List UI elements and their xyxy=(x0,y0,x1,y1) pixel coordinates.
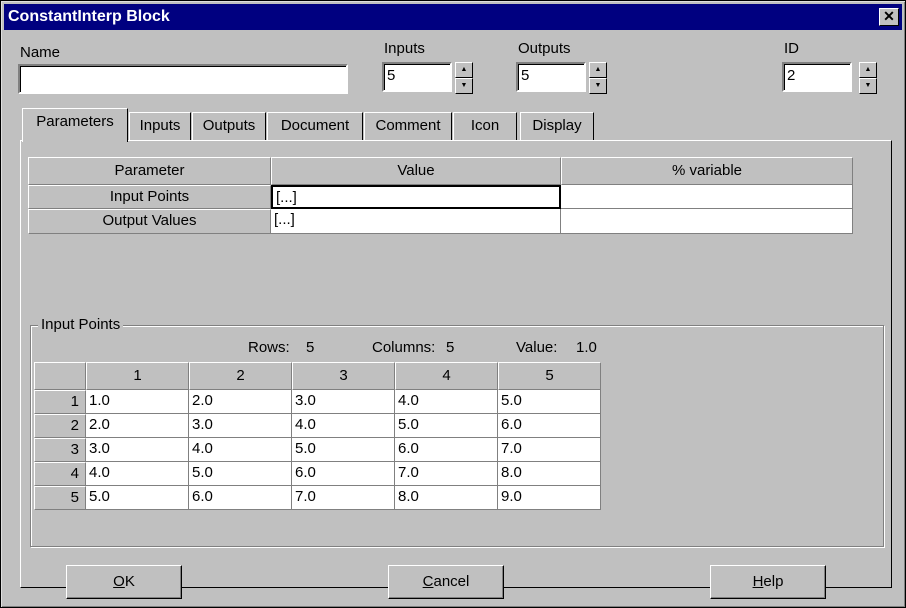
grid-cell[interactable]: 7.0 xyxy=(498,438,601,462)
outputs-field[interactable]: 5 xyxy=(516,62,586,92)
close-icon: ✕ xyxy=(883,8,895,24)
tab-document[interactable]: Document xyxy=(267,112,363,140)
grid-cell[interactable]: 9.0 xyxy=(498,486,601,510)
row-header-output-values[interactable]: Output Values xyxy=(28,209,271,234)
grid-cell[interactable]: 6.0 xyxy=(498,414,601,438)
tab-parameters[interactable]: Parameters xyxy=(22,108,128,142)
grid-cell[interactable]: 4.0 xyxy=(292,414,395,438)
grid-column-header[interactable]: 4 xyxy=(395,362,498,390)
output-values-value-cell[interactable]: [...] xyxy=(271,209,561,234)
name-label: Name xyxy=(20,44,61,61)
cancel-button[interactable]: Cancel xyxy=(388,565,504,599)
title-bar: ConstantInterp Block ✕ xyxy=(4,4,902,30)
help-button[interactable]: Help xyxy=(710,565,826,599)
rows-label: Rows: xyxy=(248,339,290,356)
stepper-up-icon[interactable]: ▲ xyxy=(455,62,473,78)
grid-cell[interactable]: 4.0 xyxy=(86,462,189,486)
grid-cell[interactable]: 4.0 xyxy=(189,438,292,462)
grid-cell[interactable]: 6.0 xyxy=(292,462,395,486)
grid-cell[interactable]: 7.0 xyxy=(395,462,498,486)
close-button[interactable]: ✕ xyxy=(879,8,899,26)
grid-cell[interactable]: 2.0 xyxy=(189,390,292,414)
value-label: Value: xyxy=(516,339,558,356)
grid-row-header[interactable]: 4 xyxy=(34,462,86,486)
stepper-up-icon[interactable]: ▲ xyxy=(589,62,607,78)
columns-label: Columns: xyxy=(372,339,436,356)
grid-column-header[interactable]: 1 xyxy=(86,362,189,390)
stepper-down-icon[interactable]: ▼ xyxy=(859,78,877,94)
row-header-input-points[interactable]: Input Points xyxy=(28,185,271,209)
grid-cell[interactable]: 2.0 xyxy=(86,414,189,438)
outputs-label: Outputs xyxy=(518,40,571,57)
grid-cell[interactable]: 6.0 xyxy=(395,438,498,462)
input-points-variable-cell[interactable] xyxy=(561,185,853,209)
column-header-variable: % variable xyxy=(561,157,853,185)
help-label-rest: elp xyxy=(763,573,784,590)
grid-cell[interactable]: 8.0 xyxy=(395,486,498,510)
grid-cell[interactable]: 3.0 xyxy=(86,438,189,462)
grid-cell[interactable]: 8.0 xyxy=(498,462,601,486)
stepper-down-icon[interactable]: ▼ xyxy=(589,78,607,94)
column-header-parameter: Parameter xyxy=(28,157,271,185)
columns-value: 5 xyxy=(446,339,455,356)
cancel-label-rest: ancel xyxy=(433,573,470,590)
name-input[interactable] xyxy=(18,64,348,94)
grid-cell[interactable]: 1.0 xyxy=(86,390,189,414)
grid-row-header[interactable]: 5 xyxy=(34,486,86,510)
grid-cell[interactable]: 7.0 xyxy=(292,486,395,510)
help-accelerator: H xyxy=(752,573,764,590)
id-label: ID xyxy=(784,40,799,57)
input-points-value-cell[interactable]: [...] xyxy=(271,185,561,209)
grid-cell[interactable]: 5.0 xyxy=(395,414,498,438)
inputs-label: Inputs xyxy=(384,40,425,57)
ok-button[interactable]: OK xyxy=(66,565,182,599)
grid-column-header[interactable]: 5 xyxy=(498,362,601,390)
output-values-variable-cell[interactable] xyxy=(561,209,853,234)
tab-icon[interactable]: Icon xyxy=(453,112,517,140)
stepper-down-icon[interactable]: ▼ xyxy=(455,78,473,94)
grid-row-header[interactable]: 2 xyxy=(34,414,86,438)
outputs-stepper[interactable]: ▲ ▼ xyxy=(589,62,607,94)
id-stepper[interactable]: ▲ ▼ xyxy=(859,62,877,94)
grid-cell[interactable]: 3.0 xyxy=(292,390,395,414)
cancel-accelerator: C xyxy=(422,573,434,590)
tab-outputs[interactable]: Outputs xyxy=(192,112,266,140)
grid-column-header[interactable]: 2 xyxy=(189,362,292,390)
rows-value: 5 xyxy=(306,339,315,356)
ok-accelerator: O xyxy=(113,573,125,590)
grid-cell[interactable]: 3.0 xyxy=(189,414,292,438)
inputs-field[interactable]: 5 xyxy=(382,62,452,92)
value-value: 1.0 xyxy=(576,339,597,356)
window-title: ConstantInterp Block xyxy=(8,8,170,25)
tab-display[interactable]: Display xyxy=(520,112,594,140)
tab-comment[interactable]: Comment xyxy=(364,112,452,140)
stepper-up-icon[interactable]: ▲ xyxy=(859,62,877,78)
grid-cell[interactable]: 5.0 xyxy=(86,486,189,510)
input-points-group-title: Input Points xyxy=(38,316,124,333)
inputs-stepper[interactable]: ▲ ▼ xyxy=(455,62,473,94)
ok-label-rest: K xyxy=(124,573,135,590)
grid-cell[interactable]: 5.0 xyxy=(292,438,395,462)
grid-corner-cell xyxy=(34,362,86,390)
grid-cell[interactable]: 5.0 xyxy=(189,462,292,486)
grid-column-header[interactable]: 3 xyxy=(292,362,395,390)
grid-cell[interactable]: 4.0 xyxy=(395,390,498,414)
tab-inputs[interactable]: Inputs xyxy=(129,112,191,140)
grid-row-header[interactable]: 3 xyxy=(34,438,86,462)
id-field[interactable]: 2 xyxy=(782,62,852,92)
column-header-value: Value xyxy=(271,157,561,185)
grid-cell[interactable]: 5.0 xyxy=(498,390,601,414)
grid-row-header[interactable]: 1 xyxy=(34,390,86,414)
grid-cell[interactable]: 6.0 xyxy=(189,486,292,510)
